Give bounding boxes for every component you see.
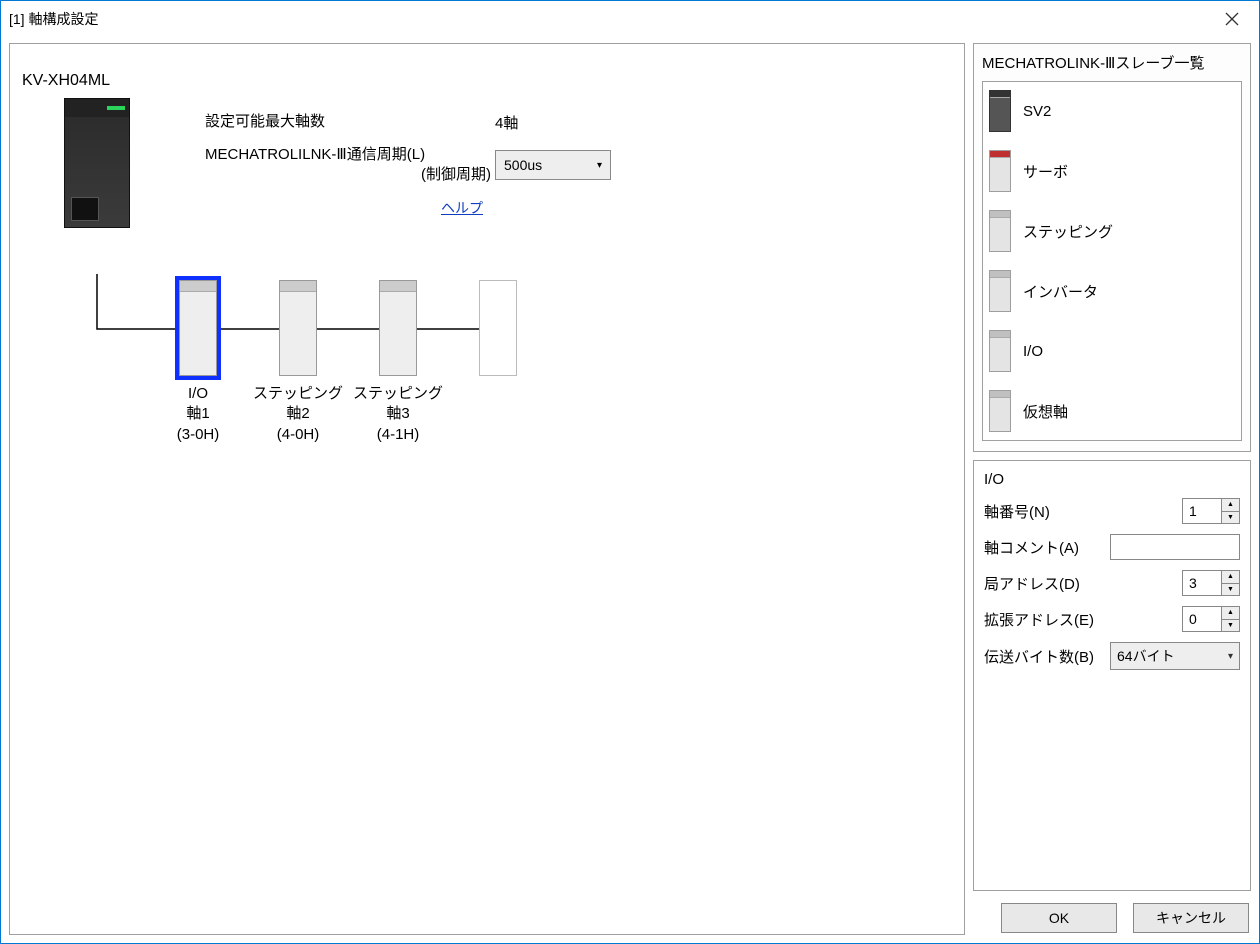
node-3-caption: ステッピング軸3(4-1H) bbox=[353, 384, 443, 445]
cycle-value: 500us bbox=[504, 157, 542, 173]
ext-spinner[interactable]: ▲▼ bbox=[1182, 606, 1240, 632]
chevron-down-icon: ▾ bbox=[597, 160, 602, 171]
main-panel: KV-XH04ML 設定可能最大軸数 4軸 MECHATROLILNK-Ⅲ通信周… bbox=[9, 43, 965, 935]
spin-up-icon[interactable]: ▲ bbox=[1222, 499, 1239, 512]
topology-node-3[interactable] bbox=[379, 280, 417, 376]
node-2-caption: ステッピング軸2(4-0H) bbox=[253, 384, 343, 445]
window-title: [1] 軸構成設定 bbox=[9, 9, 98, 29]
close-icon bbox=[1225, 12, 1239, 26]
max-axes-label: 設定可能最大軸数 bbox=[205, 112, 495, 132]
slave-item-stepping[interactable]: ステッピング bbox=[989, 210, 1235, 252]
dialog-window: [1] 軸構成設定 KV-XH04ML 設定可能最大軸数 4軸 MECHATRO bbox=[0, 0, 1260, 944]
bytes-select[interactable]: 64バイト ▾ bbox=[1110, 642, 1240, 670]
axis-no-spinner[interactable]: ▲▼ bbox=[1182, 498, 1240, 524]
titlebar: [1] 軸構成設定 bbox=[1, 1, 1259, 37]
axis-comment-label: 軸コメント(A) bbox=[984, 537, 1079, 558]
servo-icon bbox=[989, 150, 1011, 192]
topology-node-1[interactable] bbox=[179, 280, 217, 376]
help-link[interactable]: ヘルプ bbox=[441, 200, 483, 216]
params-area: 設定可能最大軸数 4軸 MECHATROLILNK-Ⅲ通信周期(L) (制御周期… bbox=[205, 112, 611, 218]
chevron-down-icon: ▾ bbox=[1228, 651, 1233, 662]
spin-down-icon[interactable]: ▼ bbox=[1222, 512, 1239, 524]
cancel-button[interactable]: キャンセル bbox=[1133, 903, 1249, 933]
spin-down-icon[interactable]: ▼ bbox=[1222, 584, 1239, 596]
cycle-sublabel: (制御周期) bbox=[205, 165, 495, 185]
ok-button[interactable]: OK bbox=[1001, 903, 1117, 933]
node-1-caption: I/O軸1(3-0H) bbox=[153, 384, 243, 445]
dialog-footer: OK キャンセル bbox=[973, 899, 1251, 935]
topology-node-2[interactable] bbox=[279, 280, 317, 376]
axis-no-input[interactable] bbox=[1183, 499, 1221, 523]
module-name: KV-XH04ML bbox=[22, 72, 110, 90]
cycle-select[interactable]: 500us ▾ bbox=[495, 150, 611, 180]
slave-palette: MECHATROLINK-Ⅲスレーブ一覧 SV2 サーボ ステッピング bbox=[973, 43, 1251, 452]
cpu-led-icon bbox=[107, 106, 125, 110]
slave-item-virtual[interactable]: 仮想軸 bbox=[989, 390, 1235, 432]
station-label: 局アドレス(D) bbox=[984, 573, 1080, 594]
sv2-icon bbox=[989, 90, 1011, 132]
cpu-port-icon bbox=[71, 197, 99, 221]
axis-comment-input[interactable] bbox=[1110, 534, 1240, 560]
slave-list: SV2 サーボ ステッピング インバータ bbox=[982, 81, 1242, 441]
spin-up-icon[interactable]: ▲ bbox=[1222, 571, 1239, 584]
topology-node-empty[interactable] bbox=[479, 280, 517, 376]
axis-no-label: 軸番号(N) bbox=[984, 501, 1050, 522]
stepping-icon bbox=[989, 210, 1011, 252]
bytes-label: 伝送バイト数(B) bbox=[984, 646, 1094, 667]
spin-down-icon[interactable]: ▼ bbox=[1222, 620, 1239, 632]
slave-item-io[interactable]: I/O bbox=[989, 330, 1235, 372]
slave-item-servo[interactable]: サーボ bbox=[989, 150, 1235, 192]
io-icon bbox=[989, 330, 1011, 372]
close-button[interactable] bbox=[1209, 4, 1255, 34]
properties-panel: I/O 軸番号(N) ▲▼ 軸コメント(A) 局アドレス(D) bbox=[973, 460, 1251, 891]
max-axes-value: 4軸 bbox=[495, 112, 518, 133]
bytes-value: 64バイト bbox=[1117, 646, 1175, 666]
station-spinner[interactable]: ▲▼ bbox=[1182, 570, 1240, 596]
slave-item-sv2[interactable]: SV2 bbox=[989, 90, 1235, 132]
cpu-unit[interactable] bbox=[64, 98, 130, 228]
inverter-icon bbox=[989, 270, 1011, 312]
ext-input[interactable] bbox=[1183, 607, 1221, 631]
station-input[interactable] bbox=[1183, 571, 1221, 595]
slave-palette-title: MECHATROLINK-Ⅲスレーブ一覧 bbox=[982, 52, 1242, 73]
virtual-axis-icon bbox=[989, 390, 1011, 432]
cycle-label: MECHATROLILNK-Ⅲ通信周期(L) bbox=[205, 146, 425, 163]
slave-item-inverter[interactable]: インバータ bbox=[989, 270, 1235, 312]
cpu-top bbox=[65, 99, 129, 117]
properties-heading: I/O bbox=[984, 471, 1240, 488]
spin-up-icon[interactable]: ▲ bbox=[1222, 607, 1239, 620]
ext-label: 拡張アドレス(E) bbox=[984, 609, 1094, 630]
